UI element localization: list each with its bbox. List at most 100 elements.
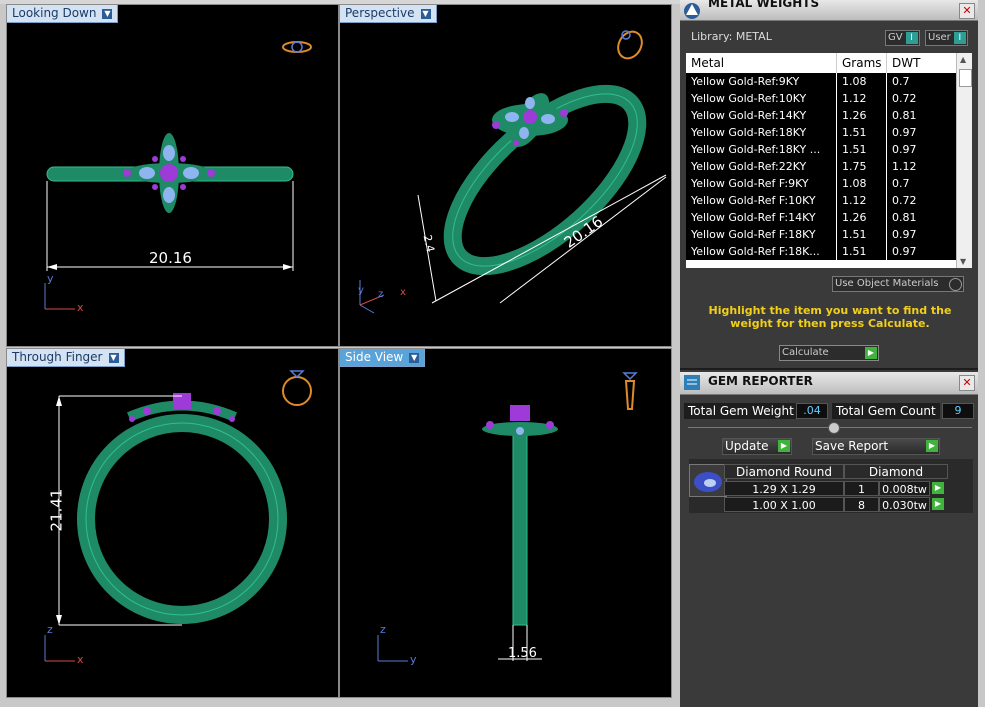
update-label: Update [725,439,769,453]
calculate-button[interactable]: Calculate ▶ [779,345,879,361]
grams-cell: 1.12 [836,192,886,209]
dimension-label: 1.56 [508,646,537,661]
total-gem-count-label: Total Gem Count [832,403,940,419]
diamond-icon [689,464,727,497]
gem-count-cell: 1 [844,481,879,496]
viewport-label[interactable]: Through Finger ▼ [7,349,125,367]
flower-cluster-top [123,133,215,213]
dwt-cell: 0.81 [886,209,946,226]
gv-toggle[interactable]: GV I [885,30,920,46]
looking-down-canvas [44,41,312,310]
viewport-looking-down[interactable]: Looking Down ▼ 20.16 y x [6,4,339,347]
gv-toggle-label: GV [888,32,903,43]
scroll-up-icon[interactable]: ▲ [960,55,966,64]
update-button[interactable]: Update ▶ [722,438,792,455]
toggle-icon: I [953,32,966,44]
play-icon: ▶ [926,440,938,452]
toggle-icon: I [905,32,918,44]
grams-cell: 1.08 [836,175,886,192]
viewport-label[interactable]: Side View ▼ [340,349,426,367]
axis-x-label: x [400,287,406,298]
gem-detail-arrow-icon[interactable]: ▶ [932,482,944,494]
grams-cell: 1.26 [836,209,886,226]
table-row[interactable]: Yellow Gold-Ref F:14KY 1.26 0.81 [686,209,956,227]
grams-cell: 1.26 [836,107,886,124]
viewport-through-finger[interactable]: Through Finger ▼ 21.41 z x [6,348,339,698]
grams-cell: 1.08 [836,73,886,90]
table-row[interactable]: Yellow Gold-Ref F:18K... 1.51 0.97 [686,243,956,261]
table-row[interactable]: Yellow Gold-Ref F:18KY 1.51 0.97 [686,226,956,244]
axis-y-label: y [358,285,364,296]
close-icon[interactable]: ✕ [959,3,975,19]
table-row[interactable]: Yellow Gold-Ref:18KY ... 1.51 0.97 [686,141,956,159]
metal-weights-header: METAL WEIGHTS ✕ [680,0,978,21]
ring-thumbnail-icon [282,370,312,406]
axis-z-label: z [47,623,53,636]
perspective-canvas [359,30,667,314]
viewport-perspective[interactable]: Perspective ▼ 20.16 2.4 y z x [339,4,672,347]
table-row[interactable]: Yellow Gold-Ref:18KY 1.51 0.97 [686,124,956,142]
axis-y-label: y [47,272,54,285]
dwt-cell: 0.72 [886,90,946,107]
gem-detail-arrow-icon[interactable]: ▶ [932,498,944,510]
dwt-cell: 0.97 [886,243,946,260]
total-gem-weight-label: Total Gem Weight [684,403,798,419]
table-scrollbar[interactable]: ▲ ▼ [956,53,972,268]
viewport-title: Side View [345,350,404,364]
column-header-metal[interactable]: Metal [686,53,836,73]
gem-count-cell: 8 [844,497,879,512]
viewport-menu-icon[interactable]: ▼ [420,8,431,19]
table-row[interactable]: Yellow Gold-Ref:9KY 1.08 0.7 [686,73,956,91]
column-header-dwt[interactable]: DWT [886,53,946,73]
metal-name-cell: Yellow Gold-Ref:10KY [691,92,807,105]
use-object-materials-toggle[interactable]: Use Object Materials [832,276,964,292]
viewport-label[interactable]: Perspective ▼ [340,5,437,23]
play-icon: ▶ [778,440,790,452]
side-panel: METAL WEIGHTS ✕ Library: METAL GV I User… [680,0,978,707]
close-icon[interactable]: ✕ [959,375,975,391]
gem-material-header: Diamond [844,464,948,479]
viewport-menu-icon[interactable]: ▼ [409,352,420,363]
grams-cell: 1.12 [836,90,886,107]
scroll-down-icon[interactable]: ▼ [960,257,966,266]
save-report-button[interactable]: Save Report ▶ [812,438,940,455]
slider-knob[interactable] [828,422,840,434]
viewport-menu-icon[interactable]: ▼ [108,352,119,363]
viewport-side-view[interactable]: Side View ▼ 1.56 z y [339,348,672,698]
table-row[interactable]: Yellow Gold-Ref F:9KY 1.08 0.7 [686,175,956,193]
table-header: Metal Grams DWT [686,53,956,73]
table-row[interactable]: Yellow Gold-Ref:14KY 1.26 0.81 [686,107,956,125]
table-row[interactable]: Yellow Gold-Ref F:10KY 1.12 0.72 [686,192,956,210]
scroll-thumb[interactable] [959,69,972,87]
grams-cell: 1.75 [836,158,886,175]
dwt-cell: 0.72 [886,192,946,209]
axis-z-label: z [378,289,384,300]
table-row[interactable]: Yellow Gold-Ref:10KY 1.12 0.72 [686,90,956,108]
metal-name-cell: Yellow Gold-Ref:18KY ... [691,143,821,156]
dwt-cell: 0.97 [886,226,946,243]
dwt-cell: 0.97 [886,141,946,158]
calculate-label: Calculate [782,347,829,358]
user-toggle-label: User [928,32,951,43]
user-toggle[interactable]: User I [925,30,968,46]
table-row[interactable]: Yellow Gold-Ref:22KY 1.75 1.12 [686,158,956,176]
gem-reporter-header: GEM REPORTER ✕ [680,372,978,395]
viewport-menu-icon[interactable]: ▼ [102,8,113,19]
radio-icon [949,278,962,291]
gem-slider[interactable] [688,422,972,434]
dwt-cell: 0.7 [886,73,946,90]
panel-divider [680,368,978,370]
dwt-cell: 1.12 [886,158,946,175]
viewport-label[interactable]: Looking Down ▼ [7,5,119,23]
gem-weight-cell: 0.030tw [879,497,930,512]
metal-name-cell: Yellow Gold-Ref F:10KY [691,194,816,207]
metal-name-cell: Yellow Gold-Ref F:18KY [691,228,816,241]
column-header-grams[interactable]: Grams [836,53,886,73]
metal-name-cell: Yellow Gold-Ref F:14KY [691,211,816,224]
metal-name-cell: Yellow Gold-Ref:18KY [691,126,807,139]
viewport-title: Looking Down [12,6,97,20]
metal-table: Metal Grams DWT Yellow Gold-Ref:9KY 1.08 0… [686,53,972,268]
library-label: Library: METAL [691,30,772,43]
gem-report-icon [684,375,700,390]
use-object-materials-label: Use Object Materials [835,278,939,289]
